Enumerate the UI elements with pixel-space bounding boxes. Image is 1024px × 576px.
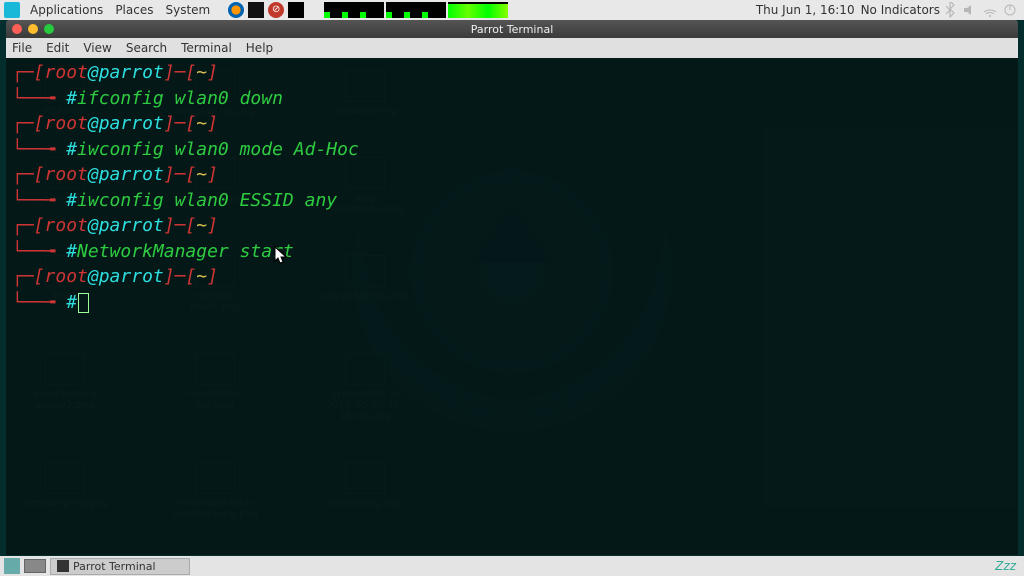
prompt-line: ┌─[root@parrot]─[~] [12, 213, 1012, 239]
menu-file[interactable]: File [12, 41, 32, 55]
indicators-label: No Indicators [861, 3, 940, 17]
window-titlebar[interactable]: Parrot Terminal [6, 20, 1018, 38]
tray-icons: ⊘ [228, 2, 304, 18]
window-title: Parrot Terminal [471, 23, 554, 36]
command-line: └──╼ #iwconfig wlan0 mode Ad-Hoc [12, 137, 1012, 163]
window-close-icon[interactable] [12, 24, 22, 34]
task-label: Parrot Terminal [73, 560, 156, 573]
menu-terminal[interactable]: Terminal [181, 41, 232, 55]
taskbar-entry-terminal[interactable]: Parrot Terminal [50, 558, 190, 575]
clock[interactable]: Thu Jun 1, 16:10 [756, 3, 855, 17]
network-icon[interactable] [982, 2, 998, 18]
top-panel: Applications Places System ⊘ Thu Jun 1, … [0, 0, 1024, 20]
panel-menu-places[interactable]: Places [115, 3, 153, 17]
launcher-icon[interactable] [4, 2, 20, 18]
sleep-indicator[interactable]: Zzz [995, 559, 1016, 573]
command-line: └──╼ #ifconfig wlan0 down [12, 86, 1012, 112]
terminal-menubar: File Edit View Search Terminal Help [6, 38, 1018, 58]
window-minimize-icon[interactable] [28, 24, 38, 34]
command-line: └──╼ #NetworkManager start [12, 239, 1012, 265]
terminal-cursor [78, 293, 89, 313]
terminal-body[interactable]: ┌─[root@parrot]─[~] └──╼ #ifconfig wlan0… [6, 58, 1018, 555]
cpu-graph-icon [324, 2, 384, 18]
volume-icon[interactable] [962, 2, 978, 18]
prompt-line: ┌─[root@parrot]─[~] [12, 264, 1012, 290]
prompt-line: ┌─[root@parrot]─[~] [12, 111, 1012, 137]
bluetooth-icon[interactable] [942, 2, 958, 18]
panel-menu-applications[interactable]: Applications [30, 3, 103, 17]
firefox-icon[interactable] [228, 2, 244, 18]
menu-help[interactable]: Help [246, 41, 273, 55]
menu-view[interactable]: View [83, 41, 111, 55]
panel-menu-system[interactable]: System [165, 3, 210, 17]
menu-edit[interactable]: Edit [46, 41, 69, 55]
menu-search[interactable]: Search [126, 41, 167, 55]
tray-app-icon[interactable] [288, 2, 304, 18]
task-app-icon [57, 560, 69, 572]
prompt-line: ┌─[root@parrot]─[~] [12, 60, 1012, 86]
workspace-switcher-icon[interactable] [24, 559, 46, 573]
system-monitor-applet[interactable] [324, 2, 508, 18]
show-desktop-icon[interactable] [4, 558, 20, 574]
command-line: └──╼ #iwconfig wlan0 ESSID any [12, 188, 1012, 214]
net-graph-icon [448, 2, 508, 18]
noscript-icon[interactable]: ⊘ [268, 2, 284, 18]
bottom-taskbar: Parrot Terminal Zzz [0, 556, 1024, 576]
window-maximize-icon[interactable] [44, 24, 54, 34]
terminal-icon[interactable] [248, 2, 264, 18]
command-line: └──╼ # [12, 290, 1012, 316]
prompt-line: ┌─[root@parrot]─[~] [12, 162, 1012, 188]
power-icon[interactable] [1002, 2, 1018, 18]
terminal-window: Parrot Terminal File Edit View Search Te… [6, 20, 1018, 555]
mouse-cursor-icon [274, 246, 288, 266]
mem-graph-icon [386, 2, 446, 18]
